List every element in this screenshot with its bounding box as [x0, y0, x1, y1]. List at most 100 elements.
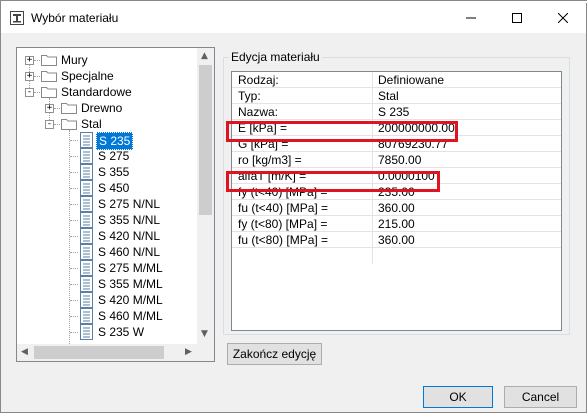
- folder-icon: [61, 103, 77, 114]
- editor-group-title: Edycja materiału: [229, 50, 322, 64]
- close-button[interactable]: [540, 3, 586, 33]
- tree-leaf-s420nnl[interactable]: S 420 N/NL: [17, 228, 197, 244]
- tree-node-label: Mury: [61, 53, 88, 67]
- property-name: fu (t<80) [MPa] =: [238, 233, 329, 247]
- expand-icon[interactable]: +: [25, 72, 34, 81]
- highlight-frame-alfat: [226, 171, 440, 192]
- property-row[interactable]: fu (t<80) [MPa] = 360.00: [232, 232, 561, 248]
- property-value[interactable]: 360.00: [378, 233, 415, 247]
- app-icon: [10, 11, 24, 25]
- tree-leaf-s355nnl[interactable]: S 355 N/NL: [17, 212, 197, 228]
- tree-node-label: S 355: [98, 165, 130, 179]
- tree-leaf-s235w[interactable]: S 235 W: [17, 324, 197, 340]
- tree-node-label: S 450: [98, 181, 130, 195]
- tree-leaf-s420mml[interactable]: S 420 M/ML: [17, 292, 197, 308]
- document-icon: [80, 196, 93, 212]
- document-icon: [80, 180, 93, 196]
- scroll-corner: [197, 344, 214, 361]
- tree-leaf-s460nnl[interactable]: S 460 N/NL: [17, 244, 197, 260]
- document-icon: [80, 260, 93, 276]
- cancel-button[interactable]: Cancel: [504, 386, 577, 408]
- material-dialog: Wybór materiału + Mury + Specjalne - Sta…: [0, 0, 587, 413]
- ok-button[interactable]: OK: [423, 386, 493, 408]
- tree-node-label: S 460 M/ML: [98, 309, 163, 323]
- tree-leaf-s275nnl[interactable]: S 275 N/NL: [17, 196, 197, 212]
- document-icon: [80, 276, 93, 292]
- tree-node-label: Stal: [81, 117, 102, 131]
- folder-icon: [41, 87, 57, 98]
- property-name: fy (t<80) [MPa] =: [238, 217, 328, 231]
- scroll-left-icon[interactable]: ◀: [21, 347, 28, 357]
- document-icon: [80, 132, 93, 148]
- property-value[interactable]: 7850.00: [378, 153, 421, 167]
- material-tree[interactable]: + Mury + Specjalne - Standardowe + Drewn…: [16, 47, 215, 362]
- tree-leaf-s355[interactable]: S 355: [17, 164, 197, 180]
- property-name: Rodzaj:: [238, 73, 279, 87]
- property-row[interactable]: ro [kg/m3] = 7850.00: [232, 152, 561, 168]
- tree-node-specjalne[interactable]: + Specjalne: [17, 68, 197, 84]
- tree-leaf-s275[interactable]: S 275: [17, 148, 197, 164]
- document-icon: [80, 228, 93, 244]
- property-value: Definiowane: [378, 73, 445, 87]
- tree-node-label: S 420 N/NL: [98, 229, 161, 243]
- document-icon: [80, 324, 93, 340]
- expand-icon[interactable]: +: [25, 56, 34, 65]
- document-icon: [80, 212, 93, 228]
- tree-node-label: S 355 M/ML: [98, 277, 163, 291]
- tree-horizontal-scrollbar[interactable]: ◀ ▶: [17, 344, 214, 361]
- maximize-button[interactable]: [494, 3, 540, 33]
- document-icon: [80, 244, 93, 260]
- tree-leaf-s275mml[interactable]: S 275 M/ML: [17, 260, 197, 276]
- title-bar: Wybór materiału: [1, 3, 586, 33]
- folder-icon: [41, 71, 57, 82]
- scroll-up-icon[interactable]: ▲: [201, 51, 208, 61]
- tree-node-label: S 275 N/NL: [98, 197, 161, 211]
- tree-leaf-s450[interactable]: S 450: [17, 180, 197, 196]
- collapse-icon[interactable]: -: [45, 120, 54, 129]
- property-row[interactable]: fu (t<40) [MPa] = 360.00: [232, 200, 561, 216]
- open-folder-icon: [61, 119, 77, 130]
- tree-node-stal[interactable]: - Stal: [17, 116, 197, 132]
- property-row[interactable]: fy (t<80) [MPa] = 215.00: [232, 216, 561, 232]
- scroll-down-icon[interactable]: ▼: [201, 329, 208, 339]
- close-icon: [558, 13, 568, 23]
- tree-vertical-scrollbar[interactable]: ▲ ▼: [197, 48, 214, 344]
- tree-node-label: S 275: [98, 149, 130, 163]
- tree-vertical-scroll-thumb[interactable]: [199, 65, 212, 215]
- document-icon: [80, 292, 93, 308]
- tree-node-mury[interactable]: + Mury: [17, 52, 197, 68]
- tree-node-standardowe[interactable]: - Standardowe: [17, 84, 197, 100]
- property-value: Stal: [378, 89, 399, 103]
- property-name: fu (t<40) [MPa] =: [238, 201, 329, 215]
- document-icon: [80, 148, 93, 164]
- minimize-button[interactable]: [448, 3, 494, 33]
- property-value[interactable]: 215.00: [378, 217, 415, 231]
- tree-node-label: S 420 M/ML: [98, 293, 163, 307]
- maximize-icon: [512, 13, 522, 23]
- tree-leaf-s355mml[interactable]: S 355 M/ML: [17, 276, 197, 292]
- scroll-right-icon[interactable]: ▶: [185, 347, 192, 357]
- collapse-icon[interactable]: -: [25, 88, 34, 97]
- property-name: Nazwa:: [238, 105, 279, 119]
- finish-edit-button[interactable]: Zakończ edycję: [227, 343, 322, 365]
- property-row[interactable]: Rodzaj: Definiowane: [232, 72, 561, 88]
- tree-node-drewno[interactable]: + Drewno: [17, 100, 197, 116]
- property-name: ro [kg/m3] =: [238, 153, 302, 167]
- tree-leaf-s235[interactable]: S 235: [17, 132, 197, 150]
- window-title: Wybór materiału: [31, 11, 119, 25]
- tree-node-label: S 460 N/NL: [98, 245, 161, 259]
- expand-icon[interactable]: +: [45, 104, 54, 113]
- tree-node-label: Standardowe: [61, 85, 132, 99]
- minimize-icon: [466, 17, 476, 19]
- tree-node-label: Specjalne: [61, 69, 114, 83]
- tree-node-label: S 275 M/ML: [98, 261, 163, 275]
- tree-node-label: S 235 W: [98, 325, 145, 339]
- property-value: S 235: [378, 105, 410, 119]
- property-name: Typ:: [238, 89, 261, 103]
- property-value[interactable]: 360.00: [378, 201, 415, 215]
- property-grid[interactable]: Rodzaj: Definiowane Typ: Stal Nazwa: S 235 …: [231, 71, 562, 331]
- tree-leaf-s460mml[interactable]: S 460 M/ML: [17, 308, 197, 324]
- tree-horizontal-scroll-thumb[interactable]: [34, 346, 164, 359]
- property-row[interactable]: Nazwa: S 235: [232, 104, 561, 120]
- property-row[interactable]: Typ: Stal: [232, 88, 561, 104]
